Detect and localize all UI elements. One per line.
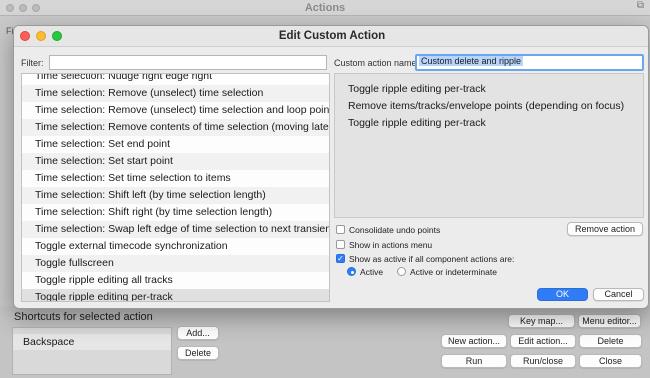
- close-button[interactable]: Close: [579, 354, 642, 368]
- list-item[interactable]: Toggle fullscreen: [22, 255, 329, 272]
- list-item[interactable]: Time selection: Set start point: [22, 153, 329, 170]
- cancel-button[interactable]: Cancel: [593, 288, 644, 301]
- list-item[interactable]: Time selection: Remove contents of time …: [22, 119, 329, 136]
- custom-action-name-label: Custom action name:: [334, 58, 420, 68]
- list-item[interactable]: Time selection: Set time selection to it…: [22, 170, 329, 187]
- shortcuts-label: Shortcuts for selected action: [14, 311, 153, 323]
- consolidate-undo-label: Consolidate undo points: [349, 225, 441, 235]
- show-as-active-label: Show as active if all component actions …: [349, 254, 515, 264]
- list-item[interactable]: Toggle external timecode synchronization: [22, 238, 329, 255]
- show-in-actions-menu-label: Show in actions menu: [349, 240, 433, 250]
- active-or-indeterminate-radio[interactable]: [397, 267, 406, 276]
- list-item[interactable]: Time selection: Shift left (by time sele…: [22, 187, 329, 204]
- key-map-button[interactable]: Key map...: [508, 314, 575, 328]
- list-item-selected[interactable]: Toggle ripple editing per-track: [22, 289, 329, 301]
- window-corner-icon: ⧉: [636, 0, 644, 11]
- show-as-active-checkbox[interactable]: ✓: [336, 254, 345, 263]
- list-item[interactable]: Time selection: Remove (unselect) time s…: [22, 85, 329, 102]
- actions-window-title: Actions: [304, 2, 346, 14]
- action-list[interactable]: Time selection: Nudge right edge right T…: [21, 73, 330, 302]
- list-item[interactable]: Time selection: Shift right (by time sel…: [22, 204, 329, 221]
- edit-custom-action-dialog: Edit Custom Action Filter: Custom action…: [13, 25, 649, 309]
- delete-action-button[interactable]: Delete: [579, 334, 642, 348]
- run-close-button[interactable]: Run/close: [510, 354, 576, 368]
- active-radio[interactable]: [347, 267, 356, 276]
- run-button[interactable]: Run: [441, 354, 507, 368]
- list-item[interactable]: Time selection: Swap left edge of time s…: [22, 221, 329, 238]
- shortcut-item[interactable]: Backspace: [13, 334, 171, 350]
- dialog-titlebar: Edit Custom Action: [14, 26, 648, 47]
- active-radio-label: Active: [360, 267, 384, 277]
- show-in-actions-menu-checkbox[interactable]: [336, 240, 345, 249]
- component-action-item[interactable]: Toggle ripple editing per-track: [348, 83, 486, 95]
- delete-shortcut-button[interactable]: Delete: [177, 346, 219, 360]
- list-item[interactable]: Time selection: Remove (unselect) time s…: [22, 102, 329, 119]
- active-or-indeterminate-label: Active or indeterminate: [410, 267, 497, 277]
- component-action-item[interactable]: Toggle ripple editing per-track: [348, 117, 486, 129]
- component-action-list[interactable]: Toggle ripple editing per-track Remove i…: [334, 73, 644, 218]
- dialog-title: Edit Custom Action: [278, 30, 386, 42]
- shortcut-list[interactable]: Backspace: [12, 327, 172, 375]
- list-item[interactable]: Toggle ripple editing all tracks: [22, 272, 329, 289]
- new-action-button[interactable]: New action...: [441, 334, 507, 348]
- filter-input[interactable]: [49, 55, 327, 70]
- custom-action-name-input[interactable]: Custom delete and ripple: [415, 54, 644, 71]
- list-item[interactable]: Time selection: Set end point: [22, 136, 329, 153]
- filter-label: Filter:: [21, 58, 44, 68]
- menu-editor-button[interactable]: Menu editor...: [578, 314, 641, 328]
- ok-button[interactable]: OK: [537, 288, 588, 301]
- add-shortcut-button[interactable]: Add...: [177, 326, 219, 340]
- component-action-item[interactable]: Remove items/tracks/envelope points (dep…: [348, 100, 624, 112]
- actions-titlebar: Actions ⧉: [0, 0, 650, 16]
- consolidate-undo-checkbox[interactable]: [336, 225, 345, 234]
- edit-action-button[interactable]: Edit action...: [510, 334, 576, 348]
- remove-action-button[interactable]: Remove action: [567, 222, 643, 236]
- custom-action-name-value: Custom delete and ripple: [419, 56, 524, 66]
- list-item[interactable]: Time selection: Nudge right edge right: [22, 74, 329, 85]
